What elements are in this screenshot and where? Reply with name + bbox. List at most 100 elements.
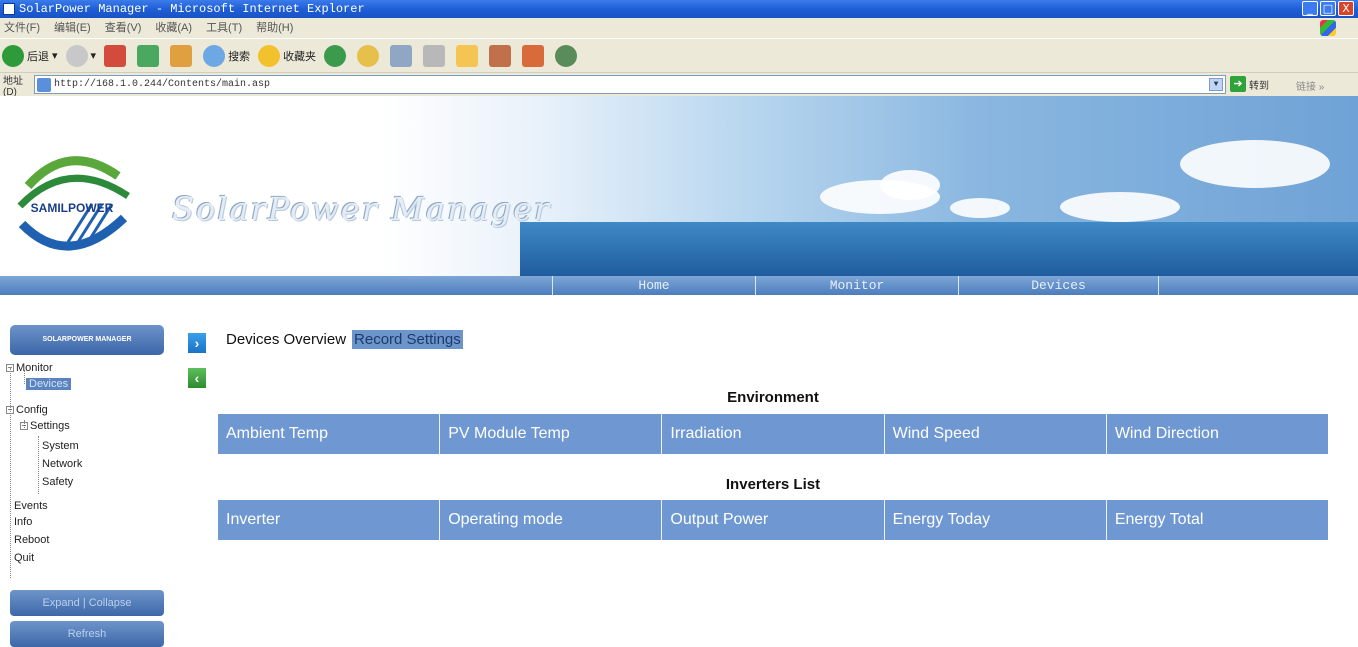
column-header: Energy Total xyxy=(1114,511,1204,528)
print-icon xyxy=(390,44,413,67)
cloud-shape xyxy=(1180,140,1330,188)
go-label: 转到 xyxy=(1249,80,1269,92)
refresh-button[interactable]: Refresh xyxy=(10,621,164,647)
print-button[interactable] xyxy=(390,44,415,67)
favorites-button[interactable]: 收藏夹 xyxy=(258,44,317,67)
browser-toolbar: 后退 ▾ ▾ 搜索 收藏夹 xyxy=(0,38,1358,72)
forward-arrow-icon xyxy=(65,44,88,67)
address-url: http://168.1.0.244/Contents/main.asp xyxy=(54,79,271,90)
forward-dropdown-icon[interactable]: ▾ xyxy=(91,49,97,62)
ie-app-icon xyxy=(3,3,15,15)
environment-title: Environment xyxy=(727,389,819,406)
inverters-header-row: Inverter Operating mode Output Power Ene… xyxy=(218,500,1328,540)
window-controls: _ □ X xyxy=(1302,1,1354,16)
page-banner: SAMILPOWER SolarPower Manager xyxy=(0,96,1358,276)
column-header: Operating mode xyxy=(440,500,663,540)
star-icon xyxy=(258,44,281,67)
collapse-sidebar-arrow-icon[interactable]: ‹ xyxy=(188,368,206,388)
history-button[interactable] xyxy=(324,44,349,67)
nav-devices[interactable]: Devices xyxy=(958,276,1158,295)
mail-icon xyxy=(357,44,380,67)
main-nav: Home Monitor Devices xyxy=(0,276,1358,295)
book-icon xyxy=(489,44,512,67)
refresh-browser-button[interactable] xyxy=(137,44,162,67)
sea-shape xyxy=(520,222,1358,276)
close-button[interactable]: X xyxy=(1338,1,1354,16)
mail-button[interactable] xyxy=(357,44,382,67)
brand-title: SolarPower Manager xyxy=(172,190,552,228)
users-button[interactable] xyxy=(555,44,580,67)
menu-help[interactable]: 帮助(H) xyxy=(256,18,293,38)
column-header: PV Module Temp xyxy=(440,414,663,454)
tree-item-events[interactable]: Events xyxy=(14,500,48,513)
menu-favorites[interactable]: 收藏(A) xyxy=(155,18,192,38)
column-header: Irradiation xyxy=(662,414,885,454)
tree-item-network[interactable]: Network xyxy=(42,458,82,471)
back-button[interactable]: 后退 ▾ xyxy=(2,44,58,67)
column-header: Inverter xyxy=(218,500,441,540)
cloud-shape xyxy=(1060,192,1180,222)
messenger-icon xyxy=(522,44,545,67)
page-icon xyxy=(37,77,51,92)
address-dropdown-icon[interactable]: ▼ xyxy=(1209,78,1223,91)
environment-header-row: Ambient Temp PV Module Temp Irradiation … xyxy=(218,414,1328,454)
history-icon xyxy=(324,44,347,67)
tree-item-config[interactable]: − Config xyxy=(6,404,48,417)
nav-empty xyxy=(1158,276,1358,295)
tab-record-settings[interactable]: Record Settings xyxy=(352,330,463,349)
home-button[interactable] xyxy=(170,44,195,67)
research-button[interactable] xyxy=(489,44,514,67)
maximize-button[interactable]: □ xyxy=(1320,1,1336,16)
column-header: Energy Today xyxy=(885,500,1107,540)
edit-button[interactable] xyxy=(423,44,448,67)
address-input[interactable]: http://168.1.0.244/Contents/main.asp ▼ xyxy=(34,75,1226,94)
tree-item-info[interactable]: Info xyxy=(14,516,32,529)
go-button[interactable]: ➔ 转到 xyxy=(1230,76,1269,92)
tree-item-system[interactable]: System xyxy=(42,440,79,453)
tree-item-settings[interactable]: − Settings xyxy=(20,420,70,433)
refresh-icon xyxy=(137,44,160,67)
collapse-icon[interactable]: − xyxy=(6,364,14,372)
forward-button[interactable]: ▾ xyxy=(65,44,97,67)
stop-button[interactable] xyxy=(104,44,129,67)
collapse-icon[interactable]: − xyxy=(6,406,14,414)
address-bar: 地址(D) http://168.1.0.244/Contents/main.a… xyxy=(0,72,1358,98)
tree-item-safety[interactable]: Safety xyxy=(42,476,73,489)
inverters-title: Inverters List xyxy=(725,476,821,493)
samilpower-logo: SAMILPOWER xyxy=(17,156,130,251)
nav-monitor[interactable]: Monitor xyxy=(755,276,958,295)
users-icon xyxy=(555,44,578,67)
window-titlebar: SolarPower Manager - Microsoft Internet … xyxy=(0,0,1358,18)
tab-devices-overview[interactable]: Devices Overview xyxy=(224,330,348,349)
column-header: Ambient Temp xyxy=(218,414,441,454)
window-title: SolarPower Manager - Microsoft Internet … xyxy=(19,2,365,16)
content-tabs: Devices Overview Record Settings xyxy=(224,330,463,349)
favorites-label: 收藏夹 xyxy=(283,50,317,63)
tree-item-reboot[interactable]: Reboot xyxy=(14,534,49,547)
expand-collapse-button[interactable]: Expand | Collapse xyxy=(10,590,164,616)
tree-item-devices[interactable]: Devices xyxy=(26,378,72,391)
menu-edit[interactable]: 编辑(E) xyxy=(54,18,91,38)
links-button[interactable]: 链接 » xyxy=(1296,78,1324,93)
menu-bar: 文件(F) 编辑(E) 查看(V) 收藏(A) 工具(T) 帮助(H) xyxy=(0,18,1358,38)
menu-file[interactable]: 文件(F) xyxy=(4,18,40,38)
tree-item-quit[interactable]: Quit xyxy=(14,552,34,565)
collapse-icon[interactable]: − xyxy=(20,422,28,430)
windows-logo-icon xyxy=(1320,20,1336,36)
expand-sidebar-arrow-icon[interactable]: › xyxy=(188,333,206,353)
menu-tools[interactable]: 工具(T) xyxy=(206,18,242,38)
tree-item-monitor[interactable]: − Monitor xyxy=(6,362,53,375)
menu-view[interactable]: 查看(V) xyxy=(105,18,142,38)
nav-home[interactable]: Home xyxy=(552,276,755,295)
search-button[interactable]: 搜索 xyxy=(203,44,250,67)
minimize-button[interactable]: _ xyxy=(1302,1,1318,16)
back-arrow-icon xyxy=(2,44,24,67)
folder-icon xyxy=(456,44,479,67)
back-dropdown-icon[interactable]: ▾ xyxy=(52,49,58,62)
cloud-shape xyxy=(950,198,1010,218)
folder-button[interactable] xyxy=(456,44,481,67)
sidebar-header: SOLARPOWER MANAGER xyxy=(10,325,164,355)
messenger-button[interactable] xyxy=(522,44,547,67)
stop-icon xyxy=(104,44,127,67)
column-header: Wind Speed xyxy=(885,414,1107,454)
